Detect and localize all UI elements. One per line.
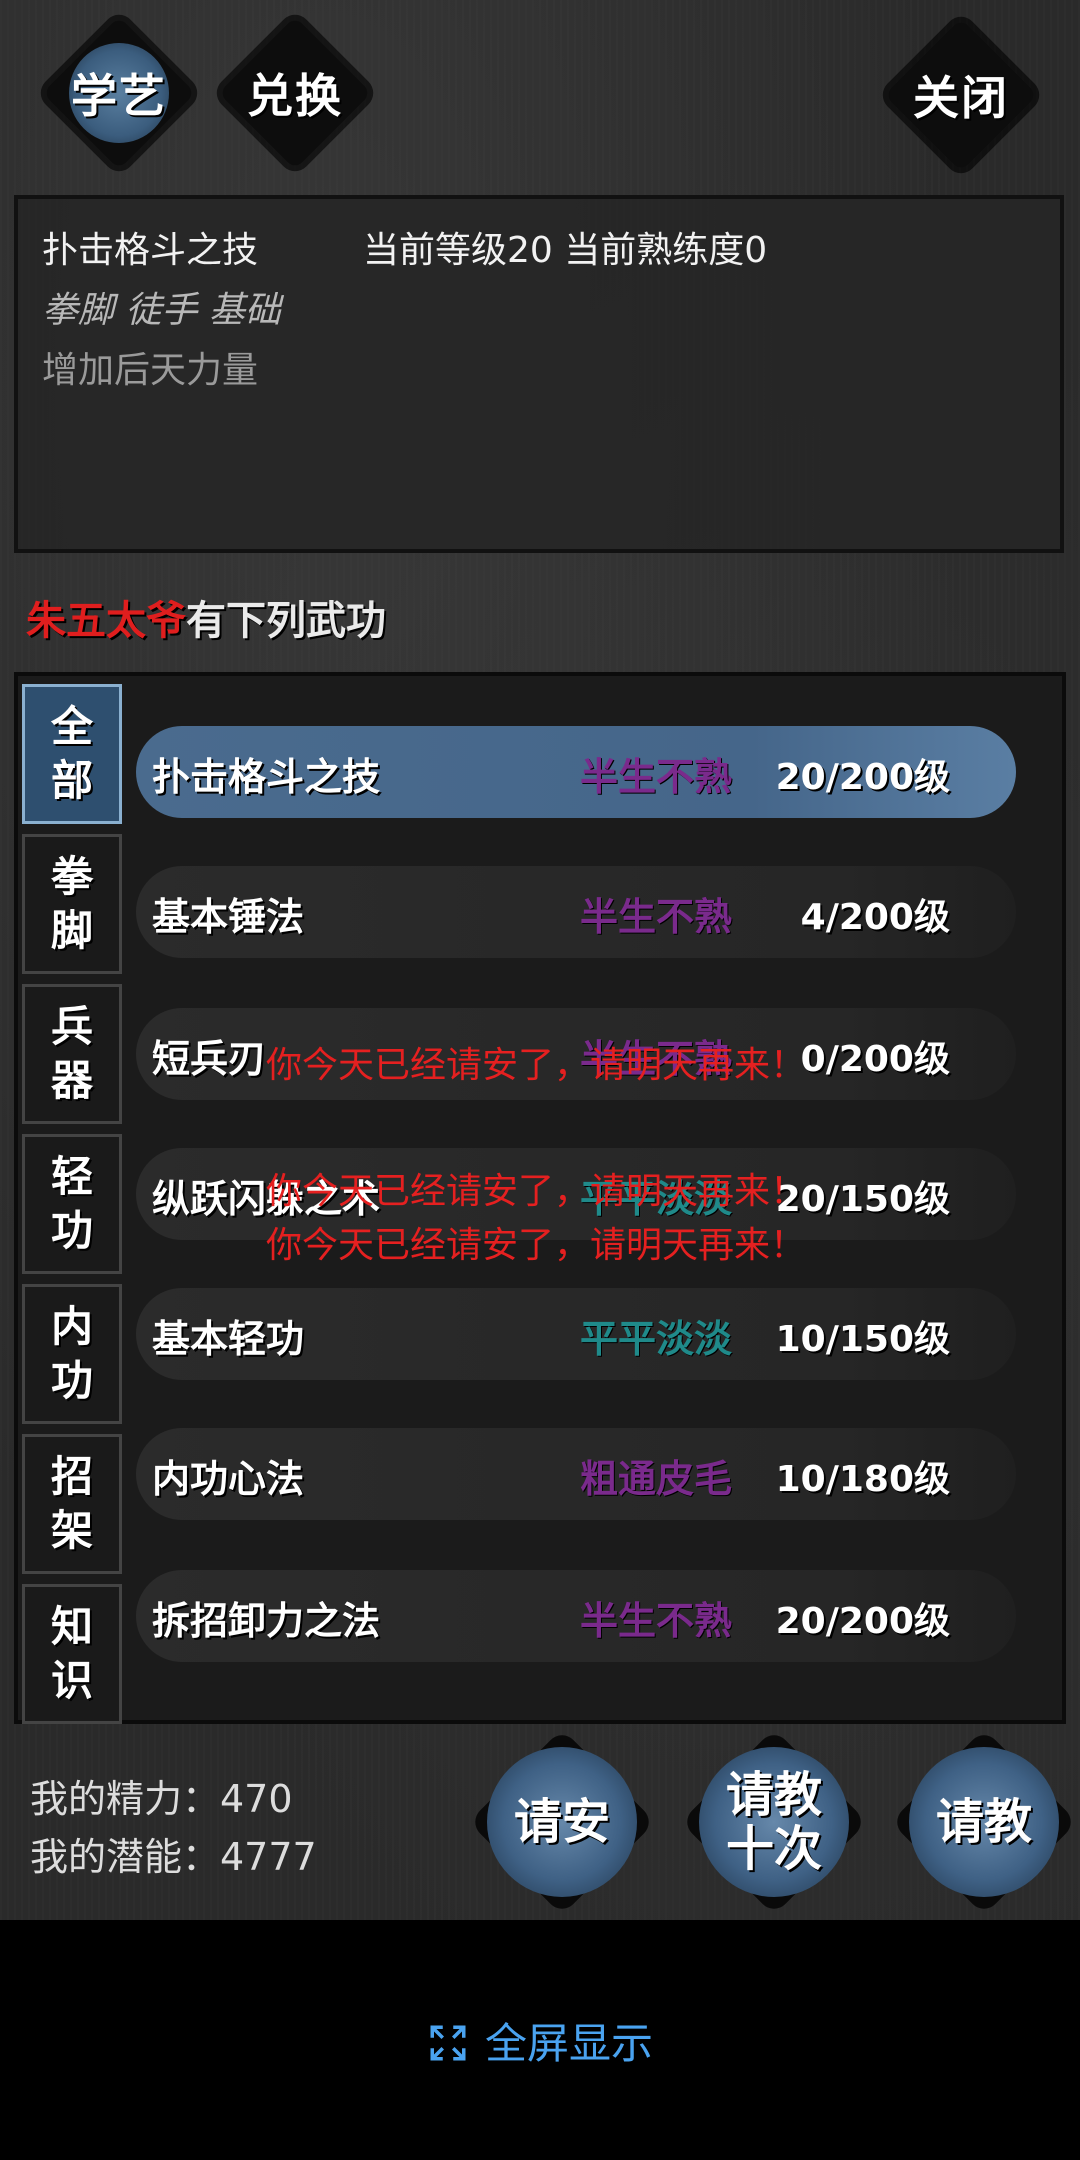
skill-name: 短兵刃 [152,1036,267,1081]
ask-ten-line1: 请教 [725,1767,822,1823]
category-tab-weapon[interactable]: 兵 器 [22,984,122,1124]
potential-stat: 我的潜能：4777 [30,1835,317,1879]
category-tab-internal[interactable]: 内 功 [22,1284,122,1424]
category-tab-lightness[interactable]: 轻 功 [22,1134,122,1274]
selected-skill-effect: 增加后天力量 [42,350,259,391]
skill-proficiency: 粗通皮毛 [580,1456,733,1501]
category-tab-char: 知 [50,1602,93,1651]
category-tab-all[interactable]: 全 部 [22,684,122,824]
category-tab-knowledge[interactable]: 知 识 [22,1584,122,1724]
category-tab-char: 招 [50,1452,93,1501]
skill-name: 扑击格斗之技 [152,754,381,799]
fullscreen-button[interactable]: 全屏显示 [0,2010,1080,2071]
category-tab-parry[interactable]: 招 架 [22,1434,122,1574]
master-name: 朱五太爷 [26,597,186,644]
skill-proficiency: 半生不熟 [580,754,733,799]
selected-skill-tags: 拳脚 徒手 基础 [42,290,281,331]
selected-skill-level-info: 当前等级20 当前熟练度0 [363,230,768,271]
ask-ten-times-label: 请教 十次 [726,1768,822,1876]
skill-list-panel: 全 部 拳 脚 兵 器 轻 功 内 功 招 架 知 识 扑击格斗之技 半生不熟 … [14,672,1066,1724]
learn-tab-button[interactable]: 学艺 [42,16,196,170]
exchange-tab-button[interactable]: 兑换 [218,16,372,170]
game-screen: 学艺 兑换 关闭 扑击格斗之技 当前等级20 当前熟练度0 拳脚 徒手 基础 增… [0,0,1080,1920]
category-tab-char: 识 [50,1656,93,1705]
ask-ten-line2: 十次 [725,1821,822,1877]
skill-proficiency: 半生不熟 [580,894,733,939]
skill-level: 20/200级 [775,1601,950,1642]
toast-message: 你今天已经请安了，请明天再来！ [266,1171,807,1212]
selected-skill-title: 扑击格斗之技 [42,230,259,271]
learn-tab-label: 学艺 [71,69,167,123]
skill-name: 基本锤法 [152,894,305,939]
category-tab-char: 架 [50,1506,93,1555]
category-tab-char: 全 [50,702,93,751]
skill-description-panel: 扑击格斗之技 当前等级20 当前熟练度0 拳脚 徒手 基础 增加后天力量 [14,195,1064,553]
fullscreen-label: 全屏显示 [484,2019,653,2068]
exchange-tab-label: 兑换 [247,69,343,123]
skill-name: 内功心法 [152,1456,305,1501]
close-button[interactable]: 关闭 [884,18,1038,172]
ask-button-label: 请教 [935,1794,1032,1850]
category-tab-char: 兵 [50,1002,93,1051]
energy-stat: 我的精力：470 [30,1777,293,1821]
category-tab-char: 器 [50,1056,93,1105]
master-heading: 朱五太爷有下列武功 [26,588,386,646]
close-button-label: 关闭 [913,71,1009,125]
skill-proficiency: 半生不熟 [580,1598,733,1643]
skill-level: 0/200级 [800,1039,950,1080]
skill-level: 10/150级 [775,1319,950,1360]
category-tab-char: 内 [50,1302,93,1351]
category-tab-char: 功 [50,1206,93,1255]
greet-button[interactable]: 请安 [468,1728,656,1916]
category-tab-fist[interactable]: 拳 脚 [22,834,122,974]
ask-ten-times-button[interactable]: 请教 十次 [680,1728,868,1916]
toast-message: 你今天已经请安了，请明天再来！ [266,1045,807,1086]
expand-icon [430,2025,466,2061]
master-heading-suffix: 有下列武功 [186,597,386,644]
toast-message: 你今天已经请安了，请明天再来！ [266,1225,807,1266]
category-tab-char: 拳 [50,852,93,901]
ask-button[interactable]: 请教 [890,1728,1078,1916]
skill-level: 4/200级 [800,897,950,938]
category-tab-char: 脚 [50,906,93,955]
skill-level: 20/200级 [775,757,950,798]
greet-button-label: 请安 [513,1794,610,1850]
skill-name: 拆招卸力之法 [152,1598,381,1643]
skill-name: 基本轻功 [152,1316,305,1361]
skill-level: 10/180级 [775,1459,950,1500]
category-tab-char: 部 [50,756,93,805]
category-tab-char: 功 [50,1356,93,1405]
category-tab-char: 轻 [50,1152,93,1201]
skill-proficiency: 平平淡淡 [580,1316,733,1361]
